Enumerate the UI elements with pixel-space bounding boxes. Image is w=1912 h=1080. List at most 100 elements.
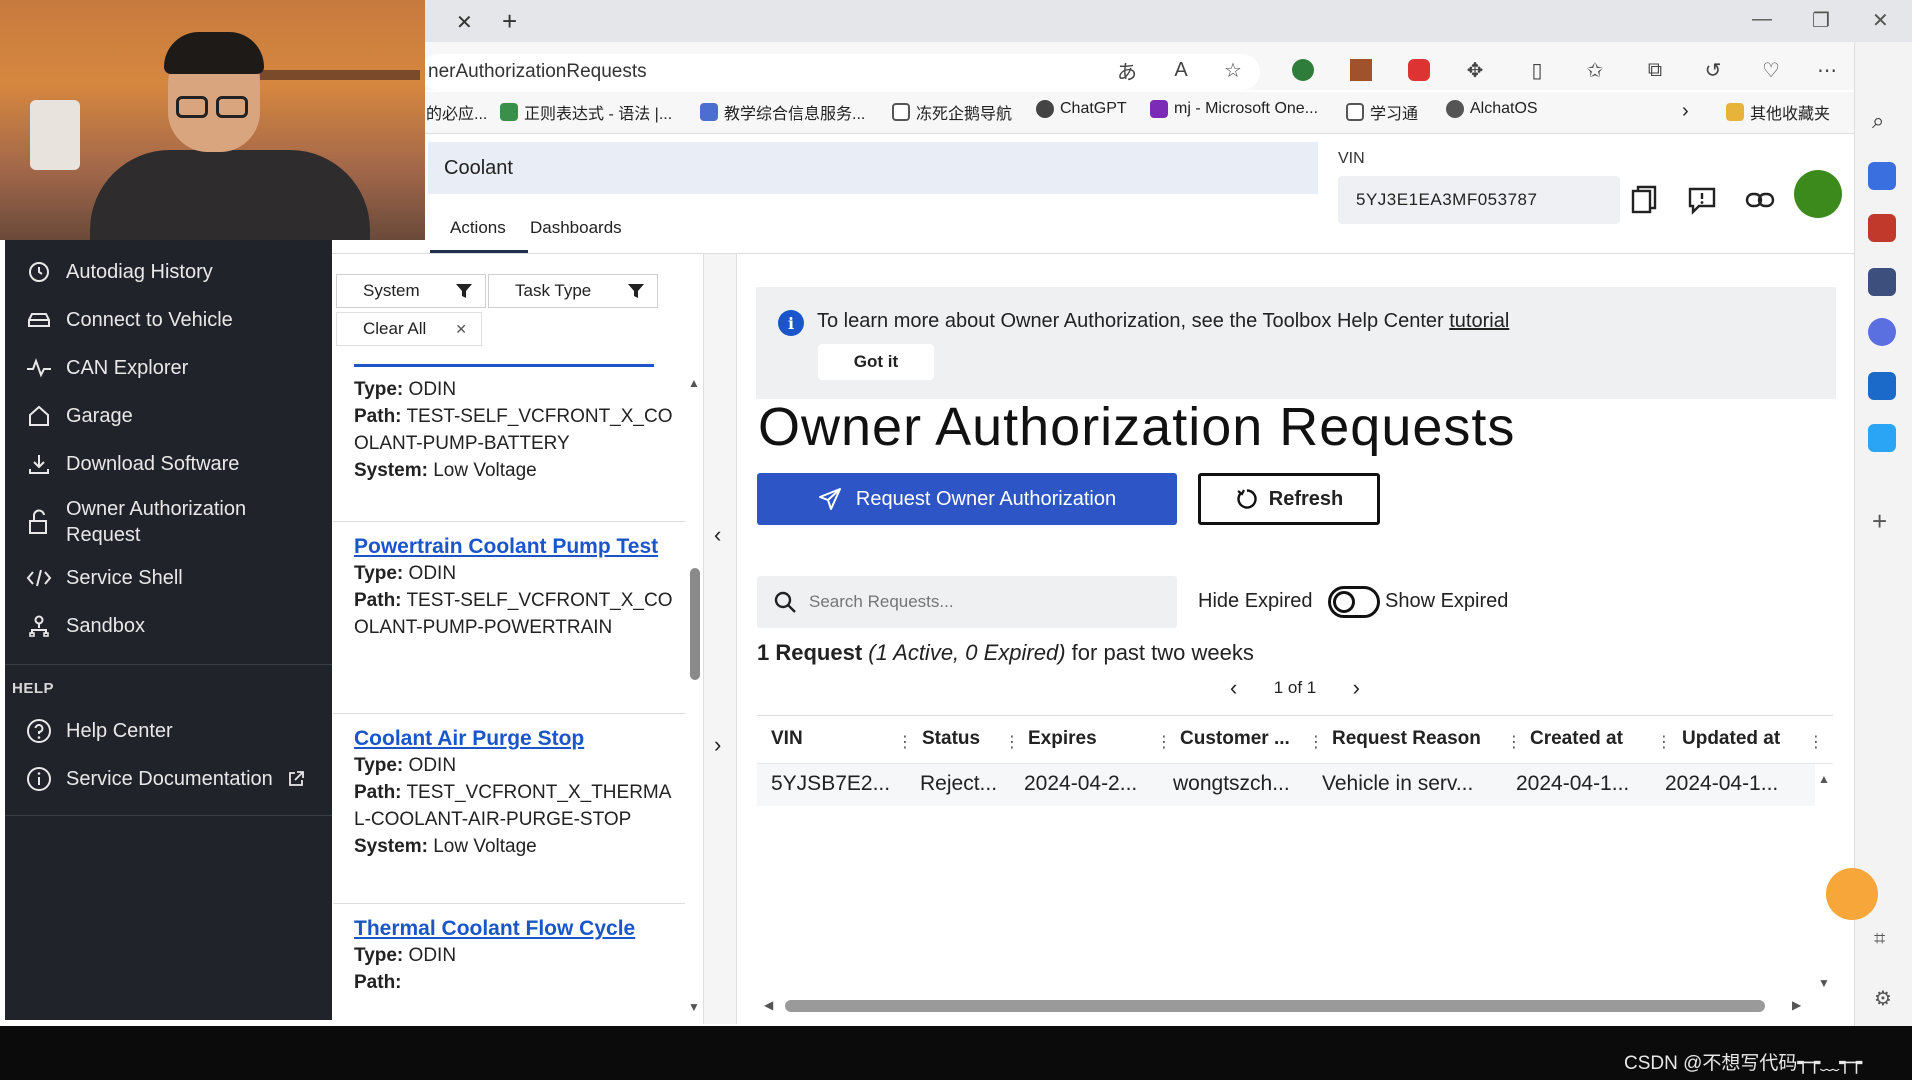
history-icon[interactable]: ↺ xyxy=(1698,55,1728,85)
collections-icon[interactable]: ⧉ xyxy=(1640,55,1670,85)
column-header-status[interactable]: Status xyxy=(922,728,980,750)
bookmark-item[interactable]: AlchatOS xyxy=(1446,100,1538,118)
sidebar-toolbox-icon[interactable] xyxy=(1868,214,1896,242)
sidebar-item-service-documentation[interactable]: Service Documentation xyxy=(26,766,305,792)
table-scroll-up-icon[interactable]: ▲ xyxy=(1818,772,1830,786)
sidebar-send-icon[interactable] xyxy=(1868,424,1896,452)
column-header-created-at[interactable]: Created at xyxy=(1530,728,1623,750)
list-scrollbar-thumb[interactable] xyxy=(690,568,700,680)
list-item[interactable]: Type: ODIN Path: TEST-SELF_VCFRONT_X_COO… xyxy=(333,376,685,522)
list-item[interactable]: Powertrain Coolant Pump Test Type: ODIN … xyxy=(333,532,685,714)
sidebar-item-download-software[interactable]: Download Software xyxy=(26,451,239,477)
split-screen-icon[interactable]: ▯ xyxy=(1522,55,1552,85)
sidebar-tag-icon[interactable] xyxy=(1868,162,1896,190)
extension-red-icon[interactable] xyxy=(1404,55,1434,85)
bookmark-item[interactable]: 学习通 xyxy=(1346,100,1418,124)
sidebar-item-connect-to-vehicle[interactable]: Connect to Vehicle xyxy=(26,307,233,333)
bookmark-item[interactable]: mj - Microsoft One... xyxy=(1150,100,1318,118)
favorites-icon[interactable]: ✩ xyxy=(1580,55,1610,85)
tab-actions[interactable]: Actions xyxy=(450,218,506,238)
restore-icon[interactable]: ❐ xyxy=(1812,8,1830,33)
expand-right-chevron-icon[interactable]: › xyxy=(714,732,721,758)
sidebar-item-help-center[interactable]: Help Center xyxy=(26,718,173,744)
assistant-sun-icon[interactable] xyxy=(1826,868,1878,920)
collapse-left-chevron-icon[interactable]: ‹ xyxy=(714,522,721,548)
tab-dashboards[interactable]: Dashboards xyxy=(530,218,622,238)
next-page-chevron-icon[interactable]: › xyxy=(1353,675,1360,701)
new-tab-icon[interactable]: + xyxy=(502,6,517,37)
routine-title-link[interactable]: Coolant Air Purge Stop xyxy=(354,726,685,752)
refresh-icon xyxy=(1235,487,1259,511)
column-menu-icon[interactable]: ⋮ xyxy=(1656,732,1672,752)
column-menu-icon[interactable]: ⋮ xyxy=(1156,732,1172,752)
search-requests-field[interactable] xyxy=(757,576,1177,628)
extension-globe-icon[interactable] xyxy=(1288,55,1318,85)
column-header-customer[interactable]: Customer ... xyxy=(1180,728,1290,750)
close-tab-icon[interactable]: ✕ xyxy=(456,10,473,35)
bookmark-item[interactable]: ChatGPT xyxy=(1036,100,1127,118)
clear-all-filters-button[interactable]: Clear All ✕ xyxy=(336,312,482,346)
bookmark-folder[interactable]: 其他收藏夹 xyxy=(1726,100,1830,124)
column-menu-icon[interactable]: ⋮ xyxy=(1808,732,1824,752)
refresh-button[interactable]: Refresh xyxy=(1198,473,1380,525)
link-icon[interactable] xyxy=(1742,182,1778,218)
page-indicator: 1 of 1 xyxy=(1273,678,1317,697)
column-menu-icon[interactable]: ⋮ xyxy=(1004,732,1020,752)
sidebar-item-service-shell[interactable]: Service Shell xyxy=(26,565,183,591)
sidebar-item-owner-authorization-request[interactable]: Owner Authorization Request xyxy=(26,496,296,548)
routine-search-field[interactable]: Coolant xyxy=(428,142,1318,194)
bookmark-item[interactable]: 冻死企鹅导航 xyxy=(892,100,1012,124)
sidebar-item-garage[interactable]: Garage xyxy=(26,403,133,429)
extension-badge-icon[interactable] xyxy=(1346,55,1376,85)
sidebar-screenshot-icon[interactable]: ⌗ xyxy=(1874,928,1885,951)
column-header-vin[interactable]: VIN xyxy=(771,728,803,750)
sidebar-item-autodiag-history[interactable]: Autodiag History xyxy=(26,259,213,285)
search-input[interactable] xyxy=(809,592,1149,612)
scroll-up-arrow-icon[interactable]: ▲ xyxy=(688,376,700,390)
column-header-expires[interactable]: Expires xyxy=(1028,728,1097,750)
list-item[interactable]: Coolant Air Purge Stop Type: ODIN Path: … xyxy=(333,724,685,904)
extensions-icon[interactable]: ✥ xyxy=(1460,55,1490,85)
sidebar-item-sandbox[interactable]: Sandbox xyxy=(26,613,145,639)
translate-icon[interactable]: あ xyxy=(1112,55,1142,85)
sidebar-games-icon[interactable] xyxy=(1868,268,1896,296)
table-scroll-left-icon[interactable]: ◀ xyxy=(764,998,773,1012)
column-menu-icon[interactable]: ⋮ xyxy=(1506,732,1522,752)
minimize-icon[interactable]: — xyxy=(1752,8,1772,31)
table-scroll-down-icon[interactable]: ▼ xyxy=(1818,976,1830,990)
column-header-request-reason[interactable]: Request Reason xyxy=(1332,728,1481,750)
system-filter-button[interactable]: System xyxy=(336,274,486,308)
bookmark-item[interactable]: 的必应... xyxy=(426,100,487,124)
routine-title-link[interactable]: Thermal Coolant Flow Cycle xyxy=(354,916,654,942)
read-aloud-icon[interactable]: A xyxy=(1166,55,1196,85)
tutorial-link[interactable]: tutorial xyxy=(1449,310,1509,332)
request-owner-authorization-button[interactable]: Request Owner Authorization xyxy=(757,473,1177,525)
bookmark-item[interactable]: 教学综合信息服务... xyxy=(700,100,865,124)
prev-page-chevron-icon[interactable]: ‹ xyxy=(1230,675,1237,701)
bookmark-item[interactable]: 正则表达式 - 语法 |... xyxy=(500,100,672,124)
column-header-updated-at[interactable]: Updated at xyxy=(1682,728,1780,750)
column-menu-icon[interactable]: ⋮ xyxy=(1308,732,1324,752)
routine-title-link[interactable]: Powertrain Coolant Pump Test xyxy=(354,534,664,560)
sidebar-settings-icon[interactable]: ⚙ xyxy=(1874,986,1892,1011)
sidebar-add-icon[interactable]: + xyxy=(1872,506,1887,537)
sidebar-search-icon[interactable]: ⌕ xyxy=(1872,108,1884,134)
copy-icon[interactable] xyxy=(1626,182,1662,218)
feedback-icon[interactable] xyxy=(1684,182,1720,218)
column-menu-icon[interactable]: ⋮ xyxy=(897,732,913,752)
table-horizontal-scrollbar[interactable] xyxy=(785,1000,1765,1012)
sidebar-item-can-explorer[interactable]: CAN Explorer xyxy=(26,355,188,381)
got-it-button[interactable]: Got it xyxy=(818,344,934,380)
scroll-down-arrow-icon[interactable]: ▼ xyxy=(688,1000,700,1014)
performance-icon[interactable]: ♡ xyxy=(1756,55,1786,85)
favorite-star-icon[interactable]: ☆ xyxy=(1218,55,1248,85)
more-menu-icon[interactable]: ⋯ xyxy=(1812,55,1842,85)
sidebar-copilot-icon[interactable] xyxy=(1868,318,1896,346)
bookmarks-overflow-chevron-icon[interactable]: › xyxy=(1682,100,1689,123)
close-window-icon[interactable]: ✕ xyxy=(1872,8,1889,33)
table-scroll-right-icon[interactable]: ▶ xyxy=(1792,998,1801,1012)
avatar[interactable] xyxy=(1794,170,1842,218)
task-type-filter-button[interactable]: Task Type xyxy=(488,274,658,308)
list-item[interactable]: Thermal Coolant Flow Cycle Type: ODIN Pa… xyxy=(333,914,685,1024)
sidebar-outlook-icon[interactable] xyxy=(1868,372,1896,400)
